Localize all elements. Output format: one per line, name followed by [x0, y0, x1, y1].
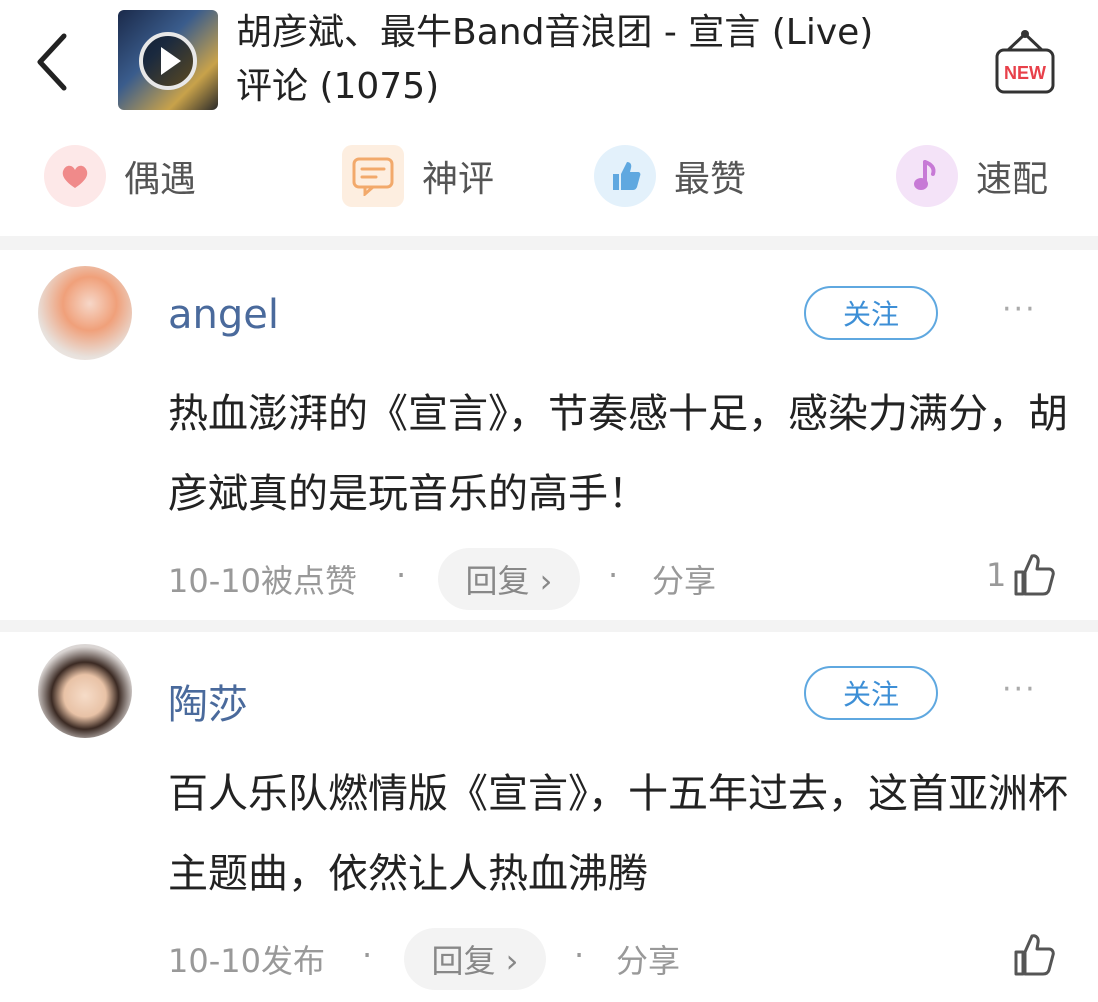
more-options-icon[interactable]: ···: [1002, 292, 1037, 327]
comment-meta: 10-10发布 · 回复 › · 分享: [168, 928, 1068, 992]
new-badge-icon[interactable]: NEW: [994, 28, 1056, 96]
share-button[interactable]: 分享: [652, 556, 716, 602]
message-lines-icon: [342, 145, 404, 207]
avatar[interactable]: [38, 266, 132, 360]
share-button[interactable]: 分享: [616, 936, 680, 982]
tab-label: 偶遇: [124, 159, 197, 200]
tab-most-liked[interactable]: 最赞: [594, 140, 746, 212]
section-divider: [0, 236, 1098, 250]
play-icon[interactable]: [139, 32, 197, 90]
separator-dot: ·: [608, 556, 619, 594]
comment-item: angel 关注 ··· 热血澎湃的《宣言》，节奏感十足，感染力满分，胡彦斌真的…: [0, 252, 1098, 620]
avatar[interactable]: [38, 644, 132, 738]
separator-dot: ·: [396, 556, 407, 594]
comment-item: 陶莎 关注 ··· 百人乐队燃情版《宣言》，十五年过去，这首亚洲杯主题曲，依然让…: [0, 632, 1098, 1002]
heart-chat-icon: [44, 145, 106, 207]
music-note-icon: [896, 145, 958, 207]
tab-label: 速配: [976, 159, 1049, 200]
album-cover[interactable]: [118, 10, 218, 110]
follow-button[interactable]: 关注: [804, 286, 938, 340]
thumbs-up-icon[interactable]: [1012, 550, 1056, 598]
comment-text: 百人乐队燃情版《宣言》，十五年过去，这首亚洲杯主题曲，依然让人热血沸腾: [168, 771, 1068, 897]
follow-button[interactable]: 关注: [804, 666, 938, 720]
tab-top-comments[interactable]: 神评: [342, 140, 494, 212]
header-bar: 胡彦斌、最牛Band音浪团 - 宣言 (Live) 评论 (1075) NEW: [0, 0, 1098, 122]
tab-label: 最赞: [674, 159, 747, 200]
thumbs-up-icon[interactable]: [1012, 930, 1056, 978]
reply-button[interactable]: 回复 ›: [438, 548, 580, 610]
back-arrow-icon[interactable]: [30, 30, 80, 94]
tab-quick-match[interactable]: 速配: [896, 140, 1048, 212]
thumbs-up-icon: [594, 145, 656, 207]
comment-date: 10-10发布: [168, 942, 325, 980]
tab-label: 神评: [422, 159, 495, 200]
separator-dot: ·: [362, 936, 373, 974]
separator-dot: ·: [574, 936, 585, 974]
comment-filter-tabs: 偶遇 神评 最赞 速配: [0, 136, 1098, 216]
more-options-icon[interactable]: ···: [1002, 672, 1037, 707]
comment-date: 10-10被点赞: [168, 562, 357, 600]
comment-meta: 10-10被点赞 · 回复 › · 分享 1: [168, 548, 1068, 612]
reply-button[interactable]: 回复 ›: [404, 928, 546, 990]
tab-encounter[interactable]: 偶遇: [44, 140, 196, 212]
comment-text: 热血澎湃的《宣言》，节奏感十足，感染力满分，胡彦斌真的是玩音乐的高手！: [168, 391, 1068, 517]
username[interactable]: 陶莎: [168, 672, 248, 730]
section-divider: [0, 620, 1098, 632]
comment-count-title: 评论 (1075): [236, 66, 440, 107]
like-count: 1: [986, 556, 1007, 594]
username[interactable]: angel: [168, 292, 279, 338]
song-title: 胡彦斌、最牛Band音浪团 - 宣言 (Live): [236, 12, 874, 53]
new-badge-text: NEW: [1004, 63, 1046, 83]
